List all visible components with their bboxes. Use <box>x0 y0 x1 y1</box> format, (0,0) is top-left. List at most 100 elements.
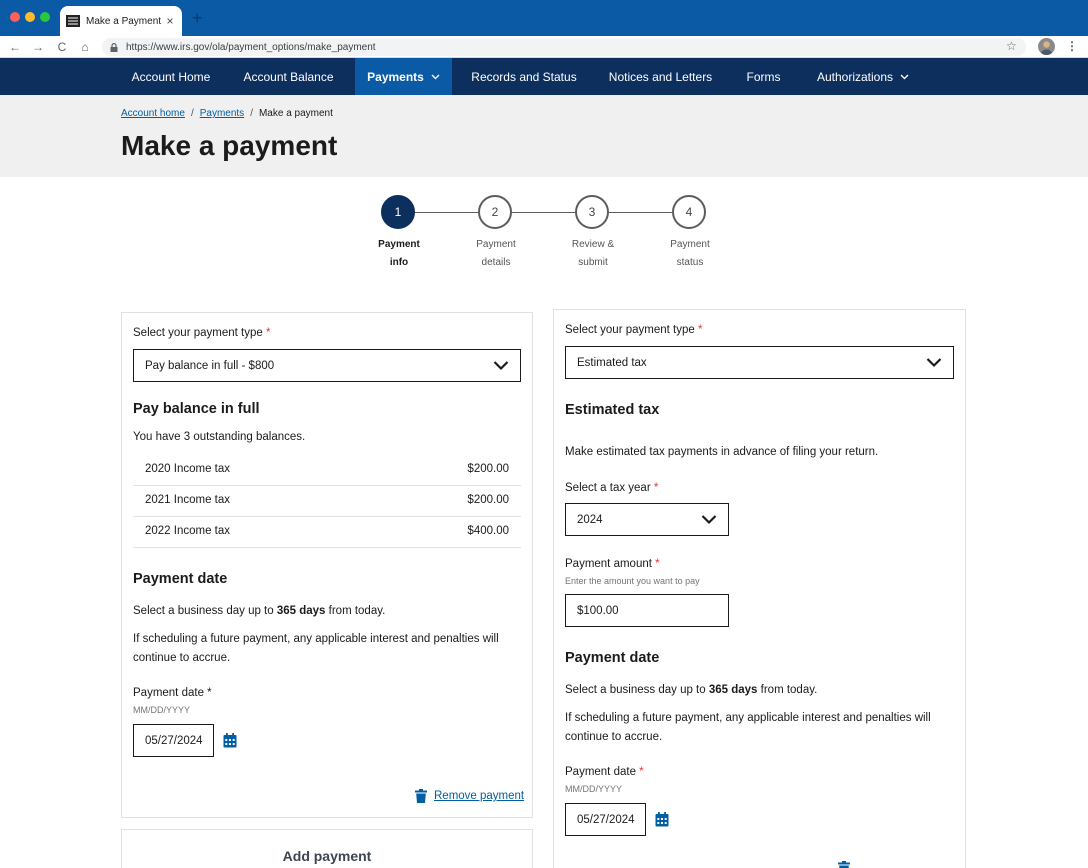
nav-authorizations[interactable]: Authorizations <box>808 58 918 95</box>
select-value: Estimated tax <box>577 356 647 369</box>
close-window-button[interactable] <box>10 12 20 22</box>
step-label-2: Payment details <box>456 236 536 272</box>
irs-eagle-icon <box>66 15 80 27</box>
balance-amount: $200.00 <box>467 494 509 506</box>
nav-account-home[interactable]: Account Home <box>121 58 221 95</box>
url-text: https://www.irs.gov/ola/payment_options/… <box>126 41 376 53</box>
balance-row: 2022 Income tax $400.00 <box>133 517 521 548</box>
estimated-description: Make estimated tax payments in advance o… <box>565 446 879 458</box>
reload-icon[interactable]: C <box>55 39 69 55</box>
step-indicator-3: 3 <box>575 195 609 229</box>
nav-forms[interactable]: Forms <box>737 58 790 95</box>
breadcrumb: Account home / Payments / Make a payment <box>121 108 333 119</box>
step-label-line: Payment <box>476 239 516 250</box>
required-mark: * <box>655 558 660 570</box>
calendar-icon[interactable] <box>655 812 669 827</box>
interest-text: If scheduling a future payment, any appl… <box>565 712 931 743</box>
browser-tab[interactable]: Make a Payment × <box>60 6 182 36</box>
url-field[interactable]: https://www.irs.gov/ola/payment_options/… <box>102 38 1026 56</box>
step-label-line: Payment <box>670 239 710 250</box>
nav-label: Records and Status <box>471 69 577 84</box>
browser-menu-icon[interactable]: ⋮ <box>1066 38 1078 54</box>
step-label-line: info <box>389 257 409 268</box>
payment-date-input[interactable]: 05/27/2024 <box>133 724 214 757</box>
required-mark: * <box>697 324 703 336</box>
balance-row: 2021 Income tax $200.00 <box>133 486 521 517</box>
interest-text: If scheduling a future payment, any appl… <box>133 633 499 664</box>
calendar-icon[interactable] <box>223 733 237 748</box>
chevron-down-icon <box>900 74 909 79</box>
payment-date-input[interactable]: 05/27/2024 <box>565 803 646 836</box>
input-value: 05/27/2024 <box>145 734 203 747</box>
nav-account-balance[interactable]: Account Balance <box>232 58 345 95</box>
chevron-down-icon <box>431 74 440 79</box>
page-title: Make a payment <box>121 130 338 161</box>
step-indicator-1: 1 <box>381 195 415 229</box>
address-bar: ← → C ⌂ https://www.irs.gov/ola/payment_… <box>0 36 1088 58</box>
amount-hint: Enter the amount you want to pay <box>565 576 700 586</box>
tab-close-icon[interactable]: × <box>164 14 176 28</box>
bookmark-star-icon[interactable]: ☆ <box>1006 39 1017 53</box>
text-bold: 365 days <box>276 605 326 617</box>
select-value: Pay balance in full - $800 <box>145 359 275 372</box>
nav-notices-letters[interactable]: Notices and Letters <box>600 58 721 95</box>
section-title: Estimated tax <box>565 402 660 418</box>
payment-type-select[interactable]: Estimated tax <box>565 346 954 379</box>
forward-icon[interactable]: → <box>31 39 45 55</box>
payment-date-label: Payment date * <box>565 766 644 778</box>
breadcrumb-separator: / <box>250 108 253 119</box>
date-format-hint: MM/DD/YYYY <box>133 705 191 715</box>
trash-icon <box>415 789 427 803</box>
text-part: from today. <box>757 684 818 696</box>
breadcrumb-payments[interactable]: Payments <box>200 108 244 119</box>
payment-date-label: Payment date * <box>133 687 212 699</box>
step-label-1: Payment info <box>359 236 439 272</box>
text-part: Select a business day up to <box>565 684 709 696</box>
step-connector <box>609 212 672 213</box>
payment-type-select[interactable]: Pay balance in full - $800 <box>133 349 521 382</box>
step-label-line: Review & <box>571 239 615 250</box>
payment-amount-input[interactable]: $100.00 <box>565 594 729 627</box>
tax-year-select[interactable]: 2024 <box>565 503 729 536</box>
new-tab-icon[interactable]: + <box>192 9 203 27</box>
add-payment-button[interactable]: Add payment <box>121 829 533 868</box>
profile-avatar[interactable] <box>1038 38 1055 55</box>
step-label-line: status <box>676 257 704 268</box>
nav-payments[interactable]: Payments <box>355 58 452 95</box>
remove-payment-label: Remove payment <box>434 790 525 802</box>
payment-type-label: Select your payment type * <box>565 324 702 336</box>
date-format-hint: MM/DD/YYYY <box>565 784 623 794</box>
trash-icon[interactable] <box>838 861 850 868</box>
section-title: Pay balance in full <box>133 401 260 417</box>
nav-records-status[interactable]: Records and Status <box>466 58 582 95</box>
step-connector <box>512 212 575 213</box>
maximize-window-button[interactable] <box>40 12 50 22</box>
minimize-window-button[interactable] <box>25 12 35 22</box>
remove-payment-button[interactable]: Remove payment <box>415 789 524 803</box>
lock-icon <box>110 42 118 52</box>
outstanding-text: You have 3 outstanding balances. <box>133 431 306 443</box>
required-mark: * <box>639 766 644 778</box>
nav-label: Authorizations <box>816 69 894 84</box>
breadcrumb-account-home[interactable]: Account home <box>121 108 185 119</box>
site-navigation: Account Home Account Balance Payments Re… <box>0 58 1088 95</box>
text-part: Select a business day up to <box>133 605 277 617</box>
payment-amount-label: Payment amount * <box>565 558 660 570</box>
chevron-down-icon <box>701 515 717 525</box>
step-label-line: details <box>481 257 511 268</box>
balance-row: 2020 Income tax $200.00 <box>133 455 521 486</box>
back-icon[interactable]: ← <box>8 39 22 55</box>
balance-name: 2020 Income tax <box>145 463 231 475</box>
label-text: Payment amount <box>565 558 652 570</box>
step-label-3: Review & submit <box>553 236 633 272</box>
input-value: $100.00 <box>577 604 619 617</box>
home-icon[interactable]: ⌂ <box>78 39 92 55</box>
business-day-text: Select a business day up to 365 days fro… <box>133 602 385 621</box>
step-indicator-4: 4 <box>672 195 706 229</box>
tax-year-label: Select a tax year * <box>565 482 658 494</box>
profile-person-icon <box>1040 41 1053 55</box>
business-day-text: Select a business day up to 365 days fro… <box>565 681 817 700</box>
payment-date-title: Payment date <box>133 571 228 587</box>
nav-label: Account Home <box>131 69 211 84</box>
text-bold: 365 days <box>708 684 758 696</box>
